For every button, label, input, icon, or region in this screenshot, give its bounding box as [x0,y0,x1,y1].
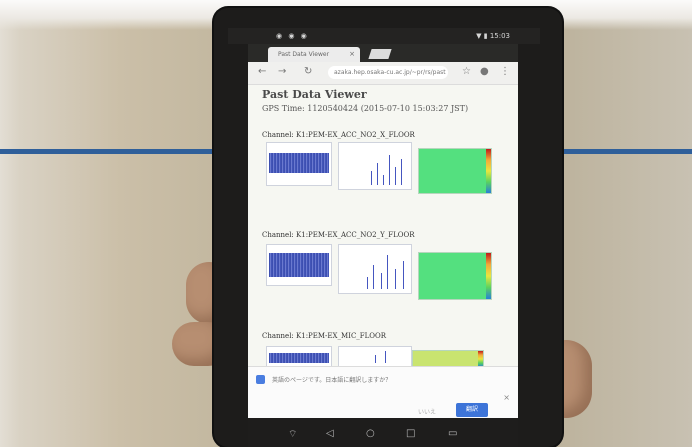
translate-message: 英語のページです。日本語に翻訳しますか？ [272,377,392,384]
page-content: Past Data Viewer GPS Time: 1120540424 (2… [262,88,508,368]
screenshot-icon[interactable]: ▭ [448,428,457,439]
status-clock: ▼ ▮ 15:03 [476,32,510,40]
forward-icon[interactable]: → [278,66,286,77]
time-series-plot [266,142,332,186]
recents-icon[interactable]: □ [406,428,415,439]
mic-icon[interactable]: ● [480,66,489,77]
spectrum-plot [338,346,412,368]
address-bar: ← → ↻ azaka.hep.osaka-cu.ac.jp/~pr/rs/pa… [248,62,518,85]
photo-scene: ◉ ◉ ◉ ▼ ▮ 15:03 Past Data Viewer × ← → ↻… [0,0,692,447]
tab-title: Past Data Viewer [278,51,330,58]
back-icon[interactable]: ◁ [326,428,334,439]
url-field[interactable]: azaka.hep.osaka-cu.ac.jp/~pr/rs/past [328,66,448,79]
translate-bar: 英語のページです。日本語に翻訳しますか？ × いいえ 翻訳 [248,366,518,418]
spectrum-plot [338,142,412,190]
decline-translate-button[interactable]: いいえ [418,407,436,416]
menu-icon[interactable]: ⋮ [500,66,510,77]
home-icon[interactable]: ○ [366,428,375,439]
spectrum-plot [338,244,412,294]
channel-label: Channel: K1:PEM-EX_MIC_FLOOR [262,332,387,340]
spectrogram-plot [418,148,492,194]
status-bar: ◉ ◉ ◉ ▼ ▮ 15:03 [228,28,540,44]
time-series-plot [266,244,332,286]
close-icon[interactable]: × [503,393,510,402]
accept-translate-button[interactable]: 翻訳 [456,403,488,417]
notification-icon[interactable]: ⌔ [288,428,297,441]
wall-stripe-right [560,149,692,154]
browser-tab[interactable]: Past Data Viewer × [268,47,360,62]
star-icon[interactable]: ☆ [462,66,471,77]
browser-screen: Past Data Viewer × ← → ↻ azaka.hep.osaka… [248,44,518,418]
android-nav-bar: ⌔ ◁ ○ □ ▭ [248,418,518,447]
page-title: Past Data Viewer [262,88,367,101]
url-text: azaka.hep.osaka-cu.ac.jp/~pr/rs/past [334,69,446,76]
close-tab-icon[interactable]: × [349,50,355,58]
new-tab-button[interactable] [368,49,392,59]
spectrogram-plot [418,252,492,300]
back-icon[interactable]: ← [258,66,266,77]
channel-label: Channel: K1:PEM-EX_ACC_NO2_Y_FLOOR [262,231,415,239]
reload-icon[interactable]: ↻ [304,66,312,77]
time-series-plot [266,346,332,368]
status-icons: ◉ ◉ ◉ [276,32,309,40]
wall-stripe-left [0,149,220,154]
gps-time: GPS Time: 1120540424 (2015-07-10 15:03:2… [262,104,469,113]
translate-icon [256,375,265,384]
channel-label: Channel: K1:PEM-EX_ACC_NO2_X_FLOOR [262,131,415,139]
tab-strip: Past Data Viewer × [248,44,518,62]
